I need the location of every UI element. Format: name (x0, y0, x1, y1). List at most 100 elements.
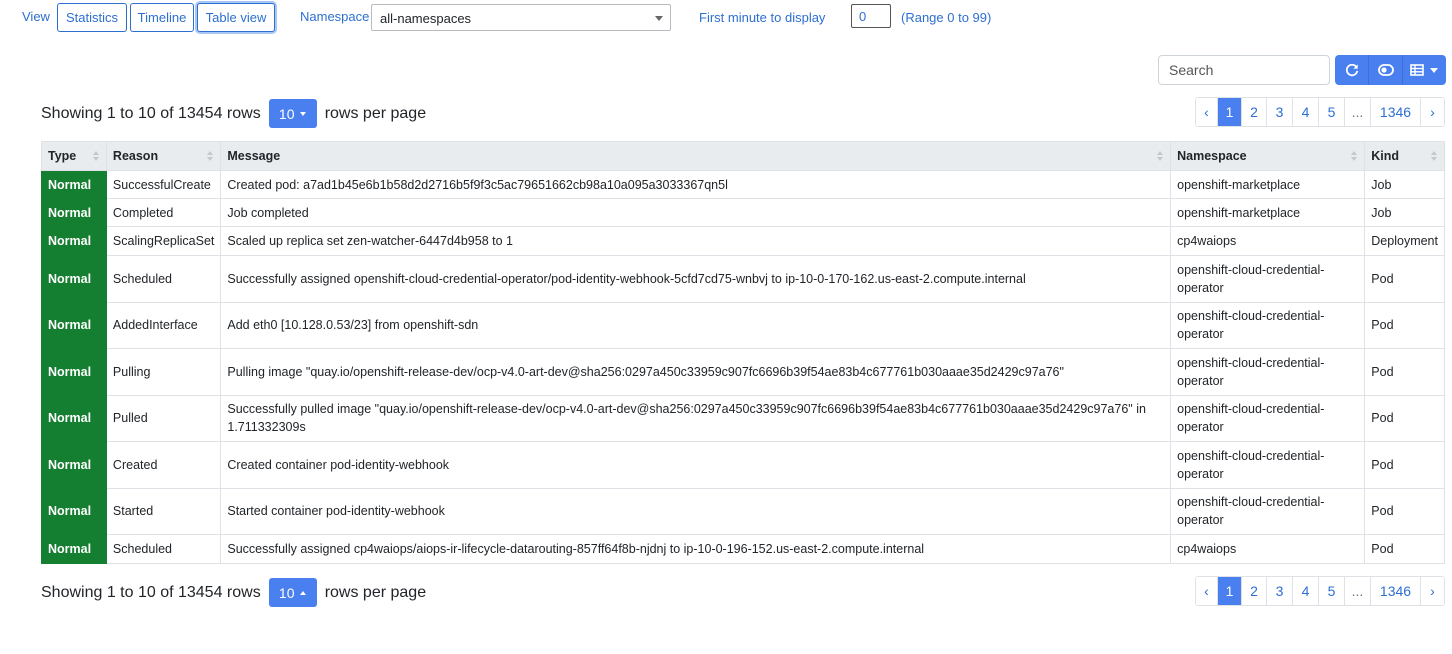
message-cell: Created container pod-identity-webhook (220, 441, 1172, 489)
table-row[interactable]: Normal ScalingReplicaSet Scaled up repli… (41, 226, 1445, 256)
sort-icon (1157, 151, 1165, 163)
rows-per-page-label: rows per page (324, 104, 427, 122)
rows-per-page-value: 10 (278, 584, 295, 601)
message-cell: Job completed (220, 198, 1172, 227)
rows-per-page-dropdown[interactable]: 10 (268, 99, 317, 128)
kind-cell: Pod (1364, 255, 1445, 303)
page-1-button[interactable]: 1 (1218, 98, 1242, 126)
message-cell: Add eth0 [10.128.0.53/23] from openshift… (220, 301, 1172, 349)
type-badge: Normal (41, 226, 107, 256)
refresh-icon (1345, 63, 1358, 77)
rows-per-page-dropup[interactable]: 10 (268, 578, 317, 607)
page-5-button[interactable]: 5 (1319, 577, 1345, 605)
statistics-button[interactable]: Statistics (57, 3, 127, 32)
col-header-namespace[interactable]: Namespace (1170, 141, 1366, 171)
page-ellipsis: ... (1345, 98, 1371, 126)
kind-cell: Pod (1364, 394, 1445, 442)
table-row[interactable]: Normal Scheduled Successfully assigned c… (41, 534, 1445, 564)
page-prev-button[interactable]: ‹ (1196, 98, 1218, 126)
page-1-button[interactable]: 1 (1218, 577, 1242, 605)
kind-cell: Pod (1364, 301, 1445, 349)
table-row[interactable]: Normal Pulled Successfully pulled image … (41, 394, 1445, 442)
rows-per-page-value: 10 (278, 105, 295, 122)
kind-cell: Pod (1364, 348, 1445, 396)
table-view-button[interactable]: Table view (197, 3, 275, 32)
columns-button[interactable] (1403, 55, 1446, 85)
page-5-button[interactable]: 5 (1319, 98, 1345, 126)
reason-cell: Completed (105, 198, 222, 227)
message-cell: Created pod: a7ad1b45e6b1b58d2d2716b5f9f… (220, 170, 1172, 199)
kind-cell: Job (1364, 198, 1445, 227)
page-ellipsis: ... (1345, 577, 1371, 605)
toggle-icon (1377, 64, 1394, 76)
range-hint: (Range 0 to 99) (901, 10, 992, 25)
page-2-button[interactable]: 2 (1242, 98, 1267, 126)
table-row[interactable]: Normal Created Created container pod-ide… (41, 441, 1445, 489)
first-minute-input[interactable] (851, 4, 891, 28)
page-3-button[interactable]: 3 (1267, 577, 1293, 605)
table-row[interactable]: Normal Started Started container pod-ide… (41, 487, 1445, 535)
col-header-kind[interactable]: Kind (1364, 141, 1445, 171)
message-cell: Pulling image "quay.io/openshift-release… (220, 348, 1172, 396)
reason-cell: Pulling (105, 348, 222, 396)
col-header-reason[interactable]: Reason (105, 141, 222, 171)
page-2-button[interactable]: 2 (1242, 577, 1267, 605)
reason-cell: Pulled (105, 394, 222, 442)
col-header-message[interactable]: Message (220, 141, 1172, 171)
namespace-cell: openshift-marketplace (1170, 170, 1366, 199)
page-3-button[interactable]: 3 (1267, 98, 1293, 126)
type-badge: Normal (41, 534, 107, 564)
type-badge: Normal (41, 255, 107, 303)
page-4-button[interactable]: 4 (1293, 577, 1319, 605)
namespace-cell: openshift-cloud-credential-operator (1170, 348, 1366, 396)
namespace-cell: openshift-cloud-credential-operator (1170, 394, 1366, 442)
type-badge: Normal (41, 441, 107, 489)
kind-cell: Job (1364, 170, 1445, 199)
namespace-cell: openshift-cloud-credential-operator (1170, 255, 1366, 303)
page-last-button[interactable]: 1346 (1371, 577, 1421, 605)
page-next-button[interactable]: › (1421, 577, 1444, 605)
rows-summary-text: Showing 1 to 10 of 13454 rows (41, 104, 261, 122)
namespace-cell: cp4waiops (1170, 534, 1366, 564)
namespace-cell: cp4waiops (1170, 226, 1366, 256)
table-header-row: Type Reason Message Namespace Kind (41, 141, 1445, 171)
refresh-button[interactable] (1335, 55, 1370, 85)
page-prev-button[interactable]: ‹ (1196, 577, 1218, 605)
rows-per-page-label: rows per page (324, 583, 427, 601)
namespace-selected-value: all-namespaces (380, 11, 472, 26)
columns-icon (1410, 64, 1424, 76)
reason-cell: Created (105, 441, 222, 489)
table-row[interactable]: Normal Scheduled Successfully assigned o… (41, 255, 1445, 303)
events-table: Type Reason Message Namespace Kind Norma… (41, 141, 1445, 564)
reason-cell: Scheduled (105, 255, 222, 303)
namespace-cell: openshift-cloud-credential-operator (1170, 301, 1366, 349)
kind-cell: Deployment (1364, 226, 1445, 256)
rows-summary-bottom: Showing 1 to 10 of 13454 rows 10 rows pe… (41, 578, 426, 607)
page-last-button[interactable]: 1346 (1371, 98, 1421, 126)
kind-cell: Pod (1364, 441, 1445, 489)
caret-down-icon (300, 111, 307, 116)
rows-summary-top: Showing 1 to 10 of 13454 rows 10 rows pe… (41, 99, 426, 128)
sort-icon (92, 151, 101, 163)
timeline-button[interactable]: Timeline (130, 3, 194, 32)
namespace-cell: openshift-cloud-credential-operator (1170, 441, 1366, 489)
table-row[interactable]: Normal AddedInterface Add eth0 [10.128.0… (41, 301, 1445, 349)
page-next-button[interactable]: › (1421, 98, 1444, 126)
table-row[interactable]: Normal Completed Job completed openshift… (41, 198, 1445, 227)
message-cell: Successfully assigned cp4waiops/aiops-ir… (220, 534, 1172, 564)
namespace-cell: openshift-marketplace (1170, 198, 1366, 227)
message-cell: Successfully pulled image "quay.io/opens… (220, 394, 1172, 442)
namespace-select[interactable]: all-namespaces (371, 4, 671, 31)
col-header-type[interactable]: Type (41, 141, 107, 171)
search-input[interactable] (1158, 55, 1330, 85)
sort-icon (207, 151, 215, 163)
page-4-button[interactable]: 4 (1293, 98, 1319, 126)
first-minute-label: First minute to display (699, 10, 826, 25)
toggle-view-button[interactable] (1369, 55, 1404, 85)
table-row[interactable]: Normal Pulling Pulling image "quay.io/op… (41, 348, 1445, 396)
pagination-top: ‹ 1 2 3 4 5 ... 1346 › (1195, 97, 1445, 127)
rows-summary-text: Showing 1 to 10 of 13454 rows (41, 583, 261, 601)
table-row[interactable]: Normal SuccessfulCreate Created pod: a7a… (41, 170, 1445, 199)
reason-cell: Started (105, 487, 222, 535)
type-badge: Normal (41, 170, 107, 199)
